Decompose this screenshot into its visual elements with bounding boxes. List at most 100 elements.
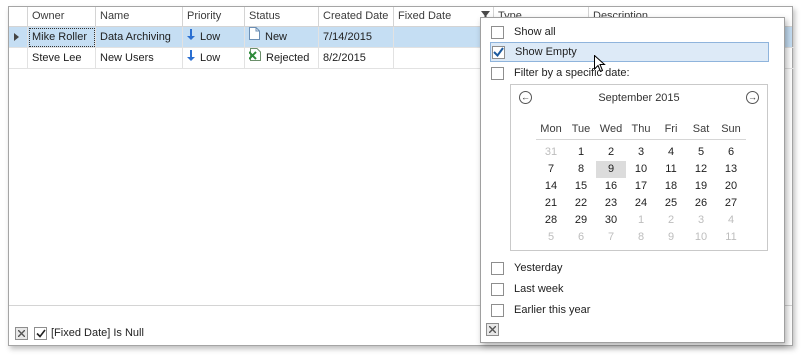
mouse-cursor-icon <box>594 54 606 76</box>
cell-owner[interactable]: Mike Roller <box>28 27 96 48</box>
show-all-option[interactable]: Show all <box>491 22 768 42</box>
filter-expression[interactable]: [Fixed Date] Is Null <box>51 326 144 340</box>
calendar-day[interactable]: 16 <box>596 178 626 195</box>
show-empty-label: Show Empty <box>515 46 577 58</box>
down-arrow-icon <box>187 27 195 47</box>
cell-name[interactable]: Data Archiving <box>96 27 183 48</box>
priority-label: Low <box>200 31 221 43</box>
show-empty-option[interactable]: Show Empty <box>490 42 769 62</box>
weekday-header: Sat <box>692 123 710 135</box>
calendar-day[interactable]: 23 <box>596 195 626 212</box>
yesterday-option[interactable]: Yesterday <box>491 258 768 278</box>
calendar-day[interactable]: 28 <box>536 212 566 229</box>
show-empty-checkbox[interactable] <box>492 45 505 59</box>
yesterday-checkbox[interactable] <box>491 261 504 275</box>
calendar-day[interactable]: 11 <box>716 229 746 246</box>
earlier-this-year-option[interactable]: Earlier this year <box>491 300 768 320</box>
cell-status[interactable]: Rejected <box>245 48 319 69</box>
column-header-priority[interactable]: Priority <box>183 7 245 27</box>
specific-date-label: Filter by a specific date: <box>514 67 630 79</box>
calendar-day[interactable]: 22 <box>566 195 596 212</box>
calendar-day[interactable]: 14 <box>536 178 566 195</box>
rejected-icon <box>248 48 261 68</box>
date-filter-popup: Show all Show Empty Filter by a specific… <box>480 17 785 343</box>
calendar-day[interactable]: 7 <box>596 229 626 246</box>
calendar-day[interactable]: 5 <box>686 144 716 161</box>
calendar-day[interactable]: 4 <box>656 144 686 161</box>
calendar-day-today[interactable]: 9 <box>596 161 626 178</box>
calendar-day[interactable]: 8 <box>566 161 596 178</box>
cell-fixed-date[interactable] <box>394 48 494 69</box>
cell-priority[interactable]: Low <box>183 27 245 48</box>
calendar-day[interactable]: 19 <box>686 178 716 195</box>
priority-label: Low <box>200 52 221 64</box>
calendar-day[interactable]: 6 <box>566 229 596 246</box>
previous-month-button[interactable]: ← <box>519 91 532 104</box>
calendar-day[interactable]: 2 <box>656 212 686 229</box>
weekday-header: Wed <box>599 123 623 135</box>
close-popup-button[interactable] <box>486 323 499 336</box>
calendar-day[interactable]: 26 <box>686 195 716 212</box>
column-header-name[interactable]: Name <box>96 7 183 27</box>
earlier-this-year-label: Earlier this year <box>514 304 591 316</box>
calendar-day[interactable]: 11 <box>656 161 686 178</box>
calendar-month-label: September 2015 <box>598 92 680 104</box>
last-week-checkbox[interactable] <box>491 282 504 296</box>
cell-owner[interactable]: Steve Lee <box>28 48 96 69</box>
calendar-header: ← September 2015 → <box>511 85 767 111</box>
specific-date-option[interactable]: Filter by a specific date: <box>491 63 768 83</box>
calendar-day[interactable]: 17 <box>626 178 656 195</box>
last-week-option[interactable]: Last week <box>491 279 768 299</box>
calendar-day[interactable]: 6 <box>716 144 746 161</box>
calendar-day[interactable]: 15 <box>566 178 596 195</box>
weekday-header: Fri <box>664 123 678 135</box>
calendar-day[interactable]: 29 <box>566 212 596 229</box>
next-month-button[interactable]: → <box>746 91 759 104</box>
calendar-day[interactable]: 1 <box>566 144 596 161</box>
calendar-day[interactable]: 3 <box>626 144 656 161</box>
calendar-day[interactable]: 5 <box>536 229 566 246</box>
weekday-header: Thu <box>631 123 651 135</box>
weekday-header: Tue <box>571 123 591 135</box>
calendar-day[interactable]: 4 <box>716 212 746 229</box>
calendar-day[interactable]: 25 <box>656 195 686 212</box>
column-header-status[interactable]: Status <box>245 7 319 27</box>
column-header-owner[interactable]: Owner <box>28 7 96 27</box>
calendar-day[interactable]: 1 <box>626 212 656 229</box>
column-header-created-date[interactable]: Created Date <box>319 7 394 27</box>
show-all-checkbox[interactable] <box>491 25 504 39</box>
calendar-day[interactable]: 12 <box>686 161 716 178</box>
calendar-day[interactable]: 27 <box>716 195 746 212</box>
cell-fixed-date[interactable] <box>394 27 494 48</box>
calendar-day[interactable]: 30 <box>596 212 626 229</box>
row-indicator-header <box>9 7 28 27</box>
calendar-day[interactable]: 2 <box>596 144 626 161</box>
calendar-day[interactable]: 31 <box>536 144 566 161</box>
calendar-day[interactable]: 24 <box>626 195 656 212</box>
calendar-day[interactable]: 9 <box>656 229 686 246</box>
clear-filter-button[interactable] <box>15 327 28 340</box>
cell-name[interactable]: New Users <box>96 48 183 69</box>
cell-priority[interactable]: Low <box>183 48 245 69</box>
cell-created-date[interactable]: 7/14/2015 <box>319 27 394 48</box>
earlier-this-year-checkbox[interactable] <box>491 303 504 317</box>
calendar-day[interactable]: 10 <box>626 161 656 178</box>
close-icon <box>18 330 25 337</box>
cell-status[interactable]: New <box>245 27 319 48</box>
filter-enabled-checkbox[interactable] <box>34 327 47 340</box>
checkmark-icon <box>35 329 46 338</box>
calendar-day[interactable]: 20 <box>716 178 746 195</box>
calendar-day[interactable]: 3 <box>686 212 716 229</box>
calendar-day[interactable]: 21 <box>536 195 566 212</box>
calendar-day[interactable]: 13 <box>716 161 746 178</box>
checkmark-icon <box>493 47 504 57</box>
cell-created-date[interactable]: 8/2/2015 <box>319 48 394 69</box>
calendar-day[interactable]: 10 <box>686 229 716 246</box>
calendar-day[interactable]: 18 <box>656 178 686 195</box>
calendar-day[interactable]: 8 <box>626 229 656 246</box>
arrow-right-icon: → <box>748 92 757 102</box>
specific-date-checkbox[interactable] <box>491 66 504 80</box>
calendar-day[interactable]: 7 <box>536 161 566 178</box>
last-week-label: Last week <box>514 283 564 295</box>
column-header-fixed-date-label: Fixed Date <box>398 10 452 22</box>
